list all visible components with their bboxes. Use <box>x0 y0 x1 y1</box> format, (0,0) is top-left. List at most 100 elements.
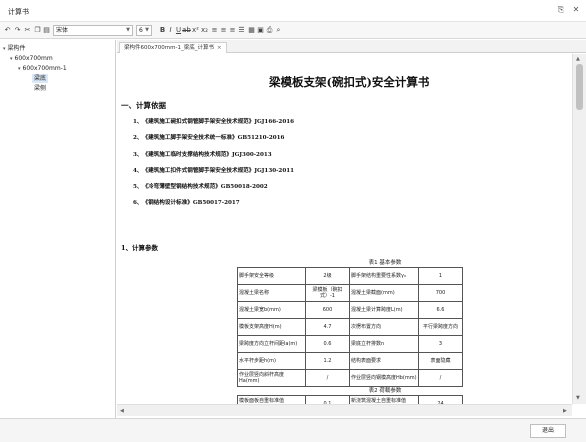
font-name-value: 宋体 <box>56 27 69 34</box>
basis-item: 4、《建筑施工扣件式钢管脚手架安全技术规范》JGJ130-2011 <box>133 168 294 174</box>
chevron-down-icon[interactable]: ▾ <box>10 56 13 62</box>
param-value-cell: 24 <box>418 395 463 404</box>
tree-item-label: 梁侧 <box>34 85 47 92</box>
basis-item: 1、《建筑施工碗扣式钢管脚手架安全技术规范》JGJ166-2016 <box>133 119 294 125</box>
param-value-cell: 平行梁跨度方向 <box>418 318 463 336</box>
param-label-cell: 水平杆步距h(m) <box>237 352 306 370</box>
basic-params-table: 脚手架安全等级 2级 脚手架结构重要性系数γ₀ 1 混凝土梁名称 梁模板（碗扣式）-1 混凝… <box>237 267 463 387</box>
font-size-select[interactable]: 6 ▼ <box>136 25 152 36</box>
param-value-cell: 6.6 <box>418 301 463 319</box>
scroll-down-icon[interactable]: ▼ <box>576 395 580 401</box>
tab-calculation-book[interactable]: 梁构件600x700mm-1_梁底_计算书 × <box>119 42 227 53</box>
close-icon[interactable]: ✕ <box>571 5 581 15</box>
param-value-cell: 3 <box>418 335 463 353</box>
basis-item: 6、《钢结构设计标准》GB50017-2017 <box>133 200 240 206</box>
image-icon[interactable]: ▣ <box>256 26 265 35</box>
print-icon[interactable]: ⎙ <box>265 26 274 35</box>
align-right-icon[interactable]: ≡ <box>228 26 237 35</box>
bottom-bar: 退出 <box>0 418 586 442</box>
table-row: 水平杆步距h(m) 1.2 结构表面要求 表面隐藏 <box>237 352 463 370</box>
tree-item-label: 600x700mm <box>14 55 53 62</box>
param-label-cell: 作业层竖向斜杆高度Ha(mm) <box>237 369 306 387</box>
param-label-cell: 模板支架高度H(m) <box>237 318 306 336</box>
document-title: 梁模板支架(碗扣式)安全计算书 <box>269 75 430 89</box>
subscript-icon[interactable]: x₂ <box>200 26 209 35</box>
tree-item-600x700mm[interactable]: ▾ 600x700mm <box>10 54 53 63</box>
table-row: 混凝土梁宽b(mm) 600 混凝土梁计算跨度L(m) 6.6 <box>237 301 463 319</box>
load-params-table: 模板面板自重标准值G1k(kN/m²)0.1新浇筑混凝土自重标准值G2k(kN/… <box>237 395 463 404</box>
table-row: 混凝土梁名称 梁模板（碗扣式）-1 混凝土梁截面(mm) 700 <box>237 284 463 302</box>
param-label-cell: 梁底立杆排数n <box>349 335 419 353</box>
param-label-cell: 模板面板自重标准值G1k(kN/m²) <box>237 395 306 404</box>
param-value-cell: 2级 <box>305 267 350 285</box>
section-heading-params: 1、计算参数 <box>121 244 159 252</box>
find-icon[interactable]: ⌕ <box>274 26 283 35</box>
param-label-cell: 混凝土梁计算跨度L(m) <box>349 301 419 319</box>
close-tab-icon[interactable]: × <box>217 45 222 51</box>
font-name-select[interactable]: 宋体 ▼ <box>53 25 133 36</box>
section-heading-basis: 一、计算依据 <box>121 101 166 110</box>
param-label-cell: 梁跨度方向立杆间距la(m) <box>237 335 306 353</box>
table-row: 模板面板自重标准值G1k(kN/m²)0.1新浇筑混凝土自重标准值G2k(kN/… <box>237 395 463 404</box>
param-label-cell: 混凝土梁宽b(mm) <box>237 301 306 319</box>
param-value-cell: 0.1 <box>305 395 350 404</box>
param-value-cell: 600 <box>305 301 350 319</box>
toolbar: ↶ ↷ ✂ ❐ ▤ 宋体 ▼ 6 ▼ B I U ab x² x₂ ≡ ≡ ≡ … <box>0 22 586 39</box>
param-label-cell: 结构表面要求 <box>349 352 419 370</box>
basis-item: 3、《建筑施工临时支撑结构技术规范》JGJ300-2013 <box>133 152 272 158</box>
chevron-down-icon[interactable]: ▾ <box>3 46 6 52</box>
vertical-scrollbar[interactable]: ▲ ▼ <box>572 54 586 404</box>
exit-button[interactable]: 退出 <box>530 424 566 438</box>
font-size-value: 6 <box>139 27 143 34</box>
tab-bar: 梁构件600x700mm-1_梁底_计算书 × <box>117 40 586 53</box>
scroll-up-icon[interactable]: ▲ <box>576 56 580 62</box>
param-value-cell: / <box>305 369 350 387</box>
param-label-cell: 混凝土梁截面(mm) <box>349 284 419 302</box>
tree-item-label: 梁底 <box>34 75 47 82</box>
scrollbar-thumb[interactable] <box>576 64 583 110</box>
scroll-left-icon[interactable]: ◀ <box>120 408 124 414</box>
chevron-down-icon: ▼ <box>145 27 149 33</box>
align-center-icon[interactable]: ≡ <box>219 26 228 35</box>
table-row: 脚手架安全等级 2级 脚手架结构重要性系数γ₀ 1 <box>237 267 463 285</box>
param-value-cell: 梁模板（碗扣式）-1 <box>305 284 350 302</box>
tree-item-label: 梁构件 <box>7 45 26 52</box>
scroll-right-icon[interactable]: ▶ <box>563 408 567 414</box>
undo-icon[interactable]: ↶ <box>3 26 12 35</box>
restore-icon[interactable]: ⎘ <box>556 5 566 15</box>
superscript-icon[interactable]: x² <box>191 26 200 35</box>
param-value-cell: 1.2 <box>305 352 350 370</box>
param-value-cell: 表面隐藏 <box>418 352 463 370</box>
align-left-icon[interactable]: ≡ <box>210 26 219 35</box>
param-label-cell: 作业层竖向钢模高度Hb(mm) <box>349 369 419 387</box>
justify-icon[interactable]: ☰ <box>237 26 246 35</box>
tree-item-label: 600x700mm-1 <box>22 65 67 72</box>
tree-item-600x700mm-1[interactable]: ▾ 600x700mm-1 <box>18 64 67 73</box>
tree-item-beam-side[interactable]: 梁侧 <box>34 84 46 93</box>
chevron-down-icon: ▼ <box>126 27 130 33</box>
param-value-cell: 700 <box>418 284 463 302</box>
param-label-cell: 新浇筑混凝土自重标准值G2k(kN/m³) <box>349 395 419 404</box>
component-tree: ▾ 梁构件 ▾ 600x700mm ▾ 600x700mm-1 梁底 梁侧 <box>0 40 116 418</box>
document-page[interactable]: 梁模板支架(碗扣式)安全计算书 一、计算依据 1、《建筑施工碗扣式钢管脚手架安全… <box>117 54 572 404</box>
param-value-cell: / <box>418 369 463 387</box>
table-row: 梁跨度方向立杆间距la(m) 0.6 梁底立杆排数n 3 <box>237 335 463 353</box>
tree-item-beam-bottom[interactable]: 梁底 <box>32 74 49 83</box>
strikethrough-icon[interactable]: ab <box>182 26 191 35</box>
chevron-down-icon[interactable]: ▾ <box>18 66 21 72</box>
cut-icon[interactable]: ✂ <box>23 26 32 35</box>
param-label-cell: 混凝土梁名称 <box>237 284 306 302</box>
param-label-cell: 脚手架结构重要性系数γ₀ <box>349 267 419 285</box>
table-caption: 表2 荷载参数 <box>368 388 402 394</box>
tree-item-beam-component[interactable]: ▾ 梁构件 <box>3 44 26 53</box>
table-icon[interactable]: ▦ <box>247 26 256 35</box>
param-value-cell: 1 <box>418 267 463 285</box>
paste-icon[interactable]: ▤ <box>42 26 51 35</box>
window-title: 计算书 <box>8 8 29 16</box>
horizontal-scrollbar[interactable]: ◀ ▶ <box>117 404 572 416</box>
redo-icon[interactable]: ↷ <box>13 26 22 35</box>
table-row: 作业层竖向斜杆高度Ha(mm) / 作业层竖向钢模高度Hb(mm) / <box>237 369 463 387</box>
params-table-wrap: 表1 基本参数 脚手架安全等级 2级 脚手架结构重要性系数γ₀ 1 混凝土梁名称 梁模板（… <box>237 259 572 404</box>
document-area: 梁构件600x700mm-1_梁底_计算书 × 梁模板支架(碗扣式)安全计算书 一… <box>117 40 586 418</box>
copy-icon[interactable]: ❐ <box>33 26 42 35</box>
